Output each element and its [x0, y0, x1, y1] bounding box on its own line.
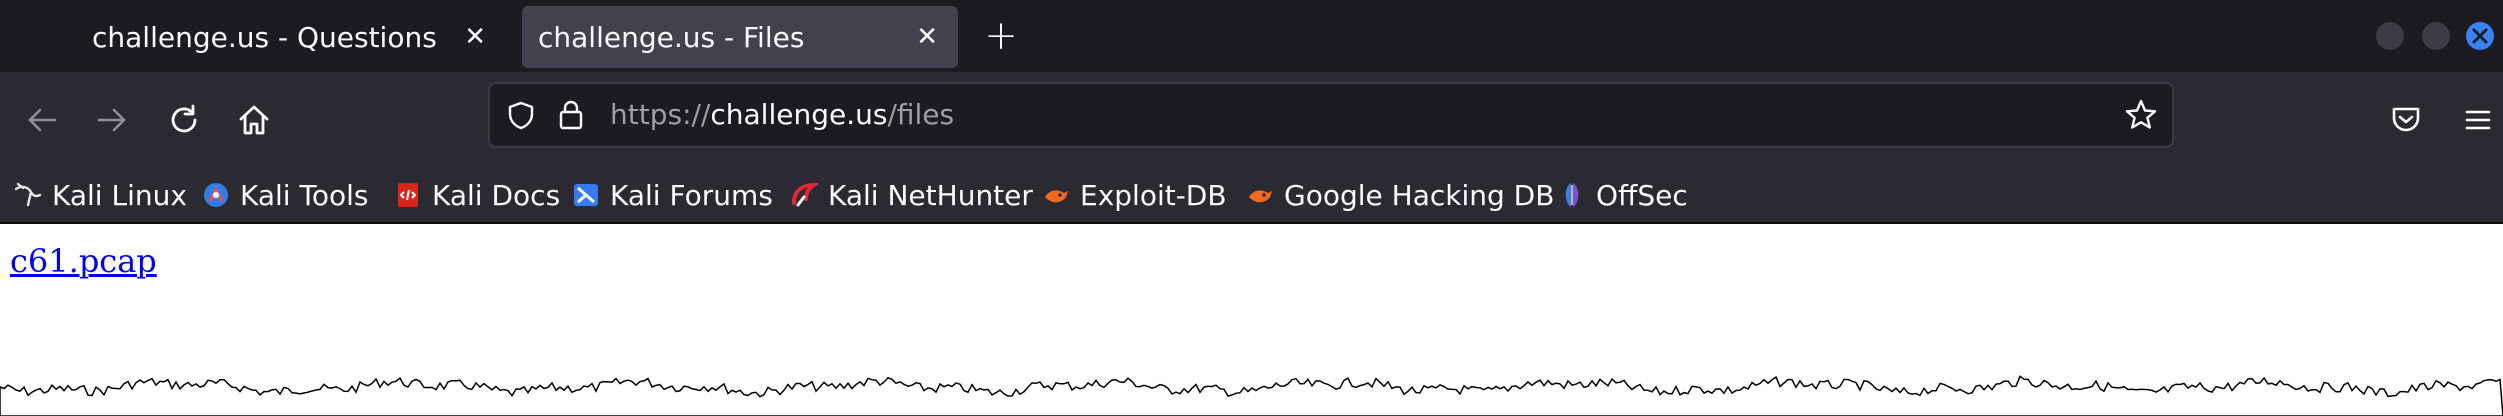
maximize-button[interactable]	[2422, 22, 2450, 50]
bookmark-label: Kali Linux	[52, 178, 187, 212]
back-arrow-icon	[28, 108, 57, 132]
close-icon	[2472, 28, 2488, 44]
forward-button[interactable]	[92, 100, 132, 140]
reload-button[interactable]	[164, 100, 204, 140]
new-tab-button[interactable]: +	[984, 14, 1018, 58]
url-path: /files	[887, 98, 955, 131]
url-host: challenge.us	[710, 98, 888, 131]
tab-title: challenge.us - Files	[538, 20, 805, 54]
tab-close-icon[interactable]: ✕	[916, 22, 938, 52]
bookmark-label: OffSec	[1596, 178, 1688, 212]
bookmark-kali-linux[interactable]: Kali Linux	[14, 168, 187, 222]
url-scheme: https://	[610, 98, 711, 131]
ghdb-icon	[1246, 181, 1274, 209]
kali-tools-icon	[202, 181, 230, 209]
shield-icon[interactable]	[506, 100, 536, 130]
bookmark-label: Kali Docs	[432, 178, 561, 212]
pocket-icon	[2392, 107, 2420, 132]
bookmark-label: Google Hacking DB	[1284, 178, 1555, 212]
minimize-button[interactable]	[2376, 22, 2404, 50]
url-bar[interactable]: https://challenge.us/files	[488, 82, 2174, 148]
kali-dragon-icon	[14, 181, 42, 209]
close-window-button[interactable]	[2466, 22, 2494, 50]
tab-files[interactable]: challenge.us - Files ✕	[522, 6, 958, 68]
bookmark-google-hacking-db[interactable]: Google Hacking DB	[1246, 168, 1554, 222]
forward-arrow-icon	[97, 108, 126, 132]
bookmark-kali-nethunter[interactable]: Kali NetHunter	[790, 168, 1033, 222]
bookmark-star-icon[interactable]	[2124, 98, 2158, 132]
kali-nethunter-icon	[790, 181, 821, 209]
pocket-button[interactable]	[2386, 100, 2426, 140]
home-icon	[239, 105, 269, 135]
file-link[interactable]: c61.pcap	[10, 242, 157, 280]
bookmark-exploit-db[interactable]: Exploit-DB	[1042, 168, 1227, 222]
bookmark-label: Kali NetHunter	[828, 178, 1033, 212]
bookmark-label: Exploit-DB	[1080, 178, 1227, 212]
hamburger-menu-icon	[2465, 110, 2491, 130]
home-button[interactable]	[234, 100, 274, 140]
exploit-db-icon	[1042, 181, 1070, 209]
bookmark-offsec[interactable]: OffSec	[1558, 168, 1688, 222]
menu-button[interactable]	[2458, 100, 2498, 140]
torn-edge-decoration	[0, 375, 2503, 416]
bookmark-kali-forums[interactable]: Kali Forums	[572, 168, 773, 222]
bookmark-label: Kali Tools	[240, 178, 369, 212]
tab-title: challenge.us - Questions	[92, 20, 437, 54]
tab-close-icon[interactable]: ✕	[464, 22, 486, 52]
navigation-toolbar: https://challenge.us/files	[0, 72, 2503, 168]
back-button[interactable]	[22, 100, 62, 140]
kali-docs-icon	[394, 181, 422, 209]
bookmark-kali-docs[interactable]: Kali Docs	[394, 168, 560, 222]
tab-questions[interactable]: challenge.us - Questions ✕	[56, 6, 506, 68]
kali-forums-icon	[572, 181, 600, 209]
url-text[interactable]: https://challenge.us/files	[610, 84, 954, 146]
tab-strip: challenge.us - Questions ✕ challenge.us …	[0, 0, 2503, 72]
reload-icon	[171, 104, 197, 133]
bookmarks-toolbar: Kali Linux Kali Tools Kali Docs Kali For…	[0, 168, 2503, 222]
page-content: c61.pcap	[0, 224, 2503, 416]
lock-icon[interactable]	[556, 98, 586, 132]
bookmark-kali-tools[interactable]: Kali Tools	[202, 168, 368, 222]
offsec-icon	[1558, 181, 1586, 209]
bookmark-label: Kali Forums	[610, 178, 773, 212]
